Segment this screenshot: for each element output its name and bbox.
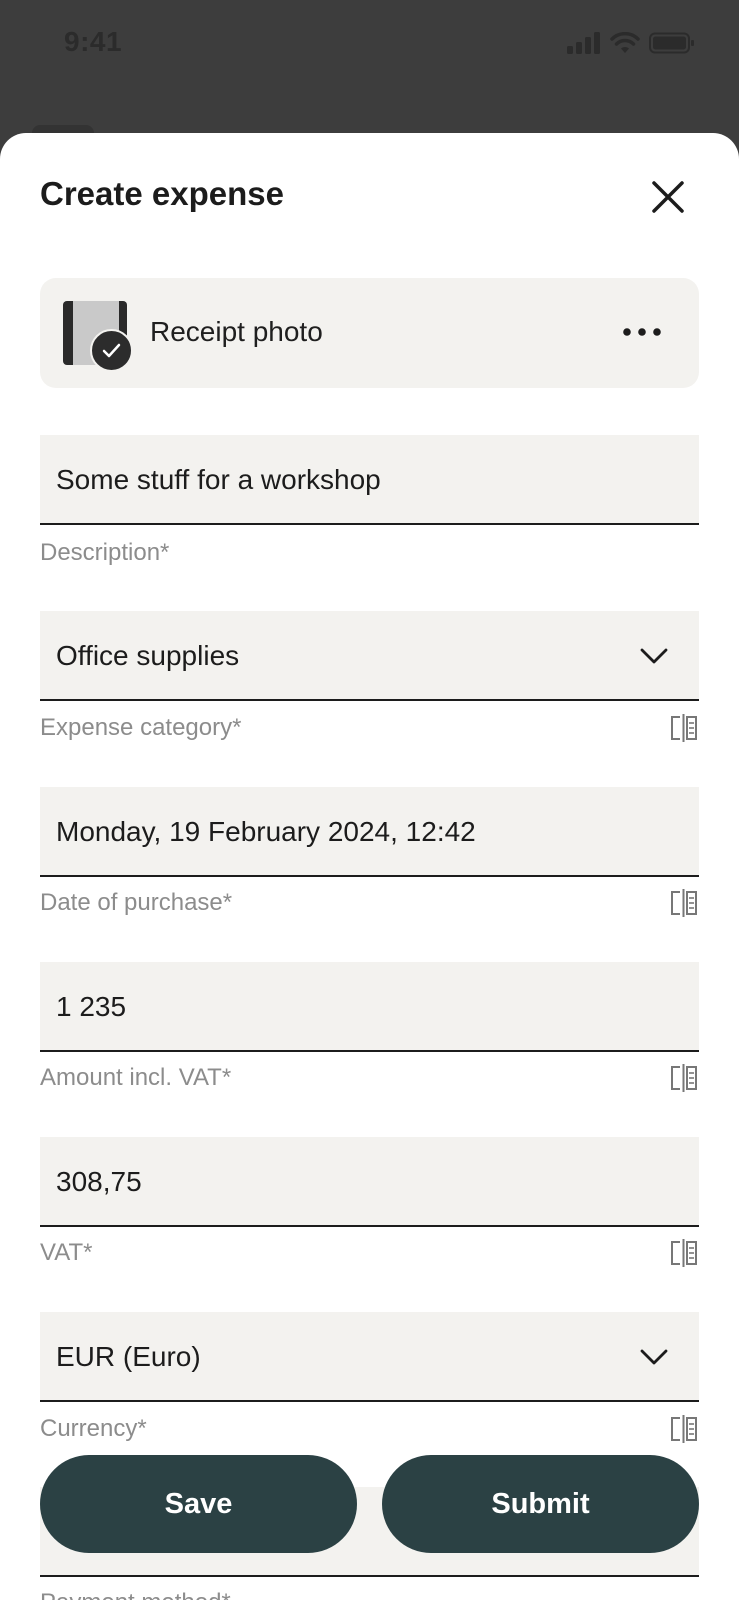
- currency-select[interactable]: EUR (Euro): [40, 1312, 699, 1402]
- description-value: Some stuff for a workshop: [56, 464, 381, 495]
- payment-method-label: Payment method*: [40, 1589, 231, 1600]
- amount-value: 1 235: [56, 991, 127, 1022]
- compare-icon[interactable]: [669, 888, 699, 918]
- compare-icon[interactable]: [669, 1238, 699, 1268]
- receipt-label: Receipt photo: [150, 316, 323, 347]
- currency-label: Currency*: [40, 1415, 147, 1442]
- compare-icon[interactable]: [669, 1414, 699, 1444]
- wifi-icon: [610, 32, 640, 53]
- save-button[interactable]: Save: [40, 1455, 357, 1553]
- compare-icon[interactable]: [669, 713, 699, 743]
- vat-value: 308,75: [56, 1166, 142, 1197]
- create-expense-sheet: Create expense Receipt photo Some stuff …: [0, 133, 739, 1600]
- receipt-status-badge: [90, 329, 133, 372]
- close-icon: [652, 181, 684, 213]
- close-button[interactable]: [646, 175, 690, 219]
- date-of-purchase-label: Date of purchase*: [40, 889, 233, 916]
- currency-value: EUR (Euro): [56, 1341, 201, 1372]
- receipt-card[interactable]: Receipt photo: [40, 278, 699, 388]
- vat-field[interactable]: 308,75: [40, 1137, 699, 1227]
- battery-icon: [649, 32, 694, 54]
- chevron-down-icon: [640, 1349, 668, 1365]
- compare-icon[interactable]: [669, 1063, 699, 1093]
- amount-label: Amount incl. VAT*: [40, 1064, 232, 1091]
- receipt-more-button[interactable]: [620, 312, 664, 352]
- date-of-purchase-field[interactable]: Monday, 19 February 2024, 12:42: [40, 787, 699, 877]
- check-icon: [102, 343, 121, 358]
- status-time: 9:41: [64, 26, 123, 57]
- expense-category-select[interactable]: Office supplies: [40, 611, 699, 701]
- sheet-title: Create expense: [40, 175, 284, 212]
- expense-category-label: Expense category*: [40, 714, 242, 741]
- status-bar: 9:41: [0, 0, 739, 90]
- status-icons: [567, 32, 695, 54]
- signal-icon: [567, 32, 600, 54]
- amount-field[interactable]: 1 235: [40, 962, 699, 1052]
- vat-label: VAT*: [40, 1239, 93, 1266]
- chevron-down-icon: [640, 648, 668, 664]
- description-label: Description*: [40, 539, 170, 566]
- description-field[interactable]: Some stuff for a workshop: [40, 435, 699, 525]
- submit-button[interactable]: Submit: [382, 1455, 699, 1553]
- date-of-purchase-value: Monday, 19 February 2024, 12:42: [56, 816, 476, 847]
- more-horizontal-icon: [623, 328, 661, 336]
- expense-category-value: Office supplies: [56, 640, 240, 671]
